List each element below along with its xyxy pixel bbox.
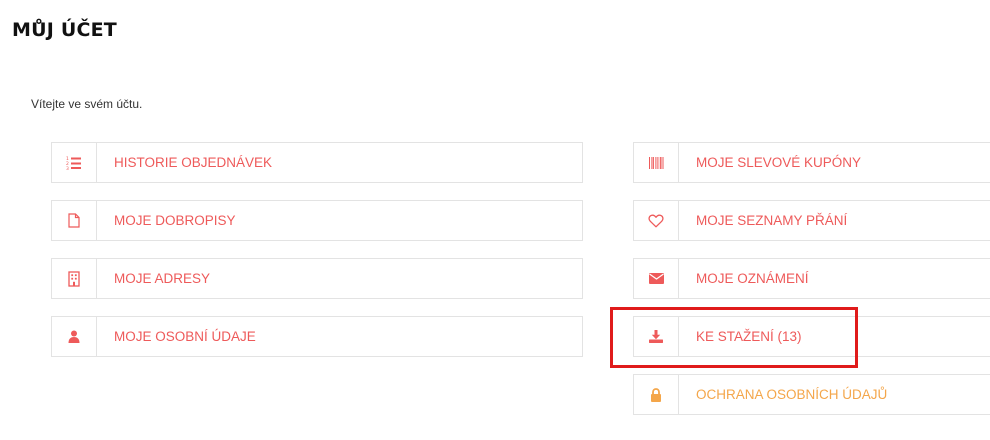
lock-icon: [634, 375, 679, 414]
credit-slips-link[interactable]: MOJE DOBROPISY: [51, 200, 583, 241]
page-title: MŮJ ÚČET: [12, 19, 117, 41]
personal-info-link[interactable]: MOJE OSOBNÍ ÚDAJE: [51, 316, 583, 357]
heart-icon: [634, 201, 679, 240]
welcome-text: Vítejte ve svém účtu.: [31, 97, 143, 111]
svg-text:3: 3: [66, 166, 69, 170]
order-history-label: HISTORIE OBJEDNÁVEK: [114, 155, 273, 170]
envelope-icon: [634, 259, 679, 298]
notifications-link[interactable]: MOJE OZNÁMENÍ: [633, 258, 990, 299]
wishlists-link[interactable]: MOJE SEZNAMY PŘÁNÍ: [633, 200, 990, 241]
privacy-label: OCHRANA OSOBNÍCH ÚDAJŮ: [696, 387, 888, 402]
user-icon: [52, 317, 97, 356]
barcode-icon: [634, 143, 679, 182]
downloads-link[interactable]: KE STAŽENÍ (13): [633, 316, 990, 357]
download-icon: [634, 317, 679, 356]
vouchers-link[interactable]: MOJE SLEVOVÉ KUPÓNY: [633, 142, 990, 183]
wishlists-label: MOJE SEZNAMY PŘÁNÍ: [696, 213, 848, 228]
addresses-label: MOJE ADRESY: [114, 271, 211, 286]
personal-info-label: MOJE OSOBNÍ ÚDAJE: [114, 329, 256, 344]
file-icon: [52, 201, 97, 240]
order-history-link[interactable]: 1 2 3 HISTORIE OBJEDNÁVEK: [51, 142, 583, 183]
notifications-label: MOJE OZNÁMENÍ: [696, 271, 809, 286]
vouchers-label: MOJE SLEVOVÉ KUPÓNY: [696, 155, 862, 170]
privacy-link[interactable]: OCHRANA OSOBNÍCH ÚDAJŮ: [633, 374, 990, 415]
downloads-label: KE STAŽENÍ (13): [696, 329, 802, 344]
addresses-link[interactable]: MOJE ADRESY: [51, 258, 583, 299]
building-icon: [52, 259, 97, 298]
list-ordered-icon: 1 2 3: [52, 143, 97, 182]
credit-slips-label: MOJE DOBROPISY: [114, 213, 236, 228]
